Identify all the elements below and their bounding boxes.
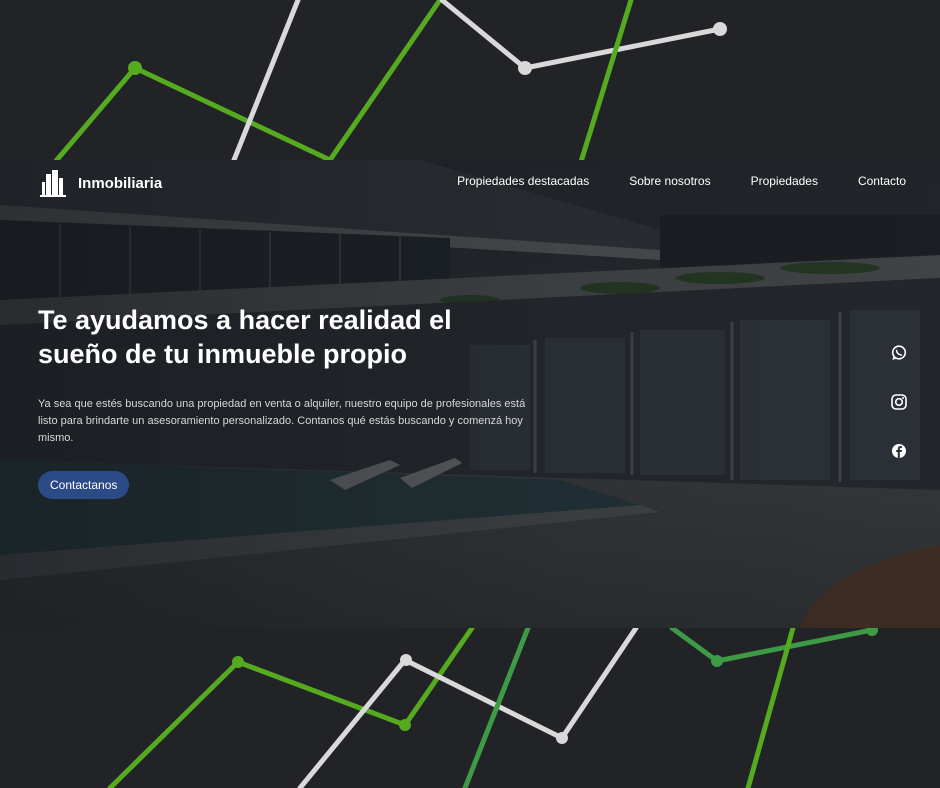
whatsapp-icon[interactable] xyxy=(890,344,908,362)
green-point xyxy=(232,656,244,668)
decorative-lines-top xyxy=(47,0,723,171)
brand[interactable]: Inmobiliaria xyxy=(38,168,162,198)
green-diagonal-top xyxy=(577,0,634,168)
grey-point xyxy=(556,732,568,744)
contact-button[interactable]: Contactanos xyxy=(38,471,130,499)
green-line-bottom xyxy=(107,625,475,788)
green-point xyxy=(399,719,411,731)
instagram-icon[interactable] xyxy=(890,393,908,411)
top-navigation: Inmobiliaria Propiedades destacadas Sobr… xyxy=(0,160,940,206)
grey-point xyxy=(400,654,412,666)
decorative-points-bottom xyxy=(232,624,878,744)
nav-link-contacto[interactable]: Contacto xyxy=(858,174,906,188)
green-point xyxy=(128,61,142,75)
green-point xyxy=(711,655,723,667)
facebook-icon[interactable] xyxy=(890,442,908,460)
grey-point xyxy=(713,22,727,36)
hero-description: Ya sea que estés buscando una propiedad … xyxy=(38,398,526,444)
nav-link-propiedades[interactable]: Propiedades xyxy=(751,174,818,188)
nav-link-propiedades-destacadas[interactable]: Propiedades destacadas xyxy=(457,174,589,188)
green-diagonal-bottom-left xyxy=(462,625,531,788)
nav-link-sobre-nosotros[interactable]: Sobre nosotros xyxy=(629,174,710,188)
hero-headline: Te ayudamos a hacer realidad el sueño de… xyxy=(38,305,452,369)
hero-background-image xyxy=(0,160,940,628)
grey-line-top xyxy=(439,0,723,71)
brand-name: Inmobiliaria xyxy=(78,174,163,192)
decorative-lines-bottom xyxy=(107,625,875,788)
green-line-bottom-right xyxy=(669,625,875,664)
decorative-points-top xyxy=(128,22,727,75)
nav-links: Propiedades destacadas Sobre nosotros Pr… xyxy=(457,174,906,188)
green-line-top xyxy=(47,0,443,171)
hero-section: Inmobiliaria Propiedades destacadas Sobr… xyxy=(0,160,940,628)
grey-line-bottom xyxy=(297,625,639,788)
grey-point xyxy=(518,61,532,75)
building-logo-icon xyxy=(40,170,66,197)
